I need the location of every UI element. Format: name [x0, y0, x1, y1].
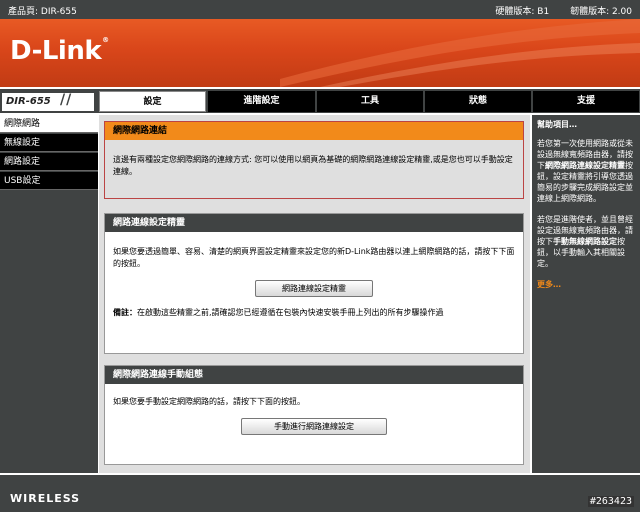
- manual-setup-button[interactable]: 手動進行網路連線設定: [241, 418, 387, 435]
- manual-config-section: 網際網路連線手動組態 如果您要手動設定網際網路的話，請按下下面的按鈕。 手動進行…: [104, 365, 524, 465]
- footer: WIRELESS #263423: [0, 475, 640, 512]
- connection-wizard-button[interactable]: 網路連線設定精靈: [255, 280, 373, 297]
- sidebar-item-network[interactable]: 網路設定: [0, 153, 98, 171]
- main-tabs: 設定 進階設定 工具 狀態 支援: [99, 91, 640, 112]
- help-panel: 幫助項目… 若您第一次使用網路或從未設過無線寬頻路由器，請按下網際網路連線設定精…: [532, 115, 640, 473]
- help-more-link[interactable]: 更多…: [537, 280, 561, 289]
- section-title: 網際網路連線手動組態: [105, 366, 523, 384]
- help-title: 幫助項目…: [537, 120, 577, 129]
- dlink-logo: D-Link®: [10, 36, 109, 66]
- version-info: 硬體版本: B1 韌體版本: 2.00: [477, 4, 632, 17]
- model-slashes: //: [60, 92, 73, 108]
- model-label: DIR-655: [2, 93, 94, 111]
- product-page-label: 產品頁: DIR-655: [8, 7, 77, 17]
- firmware-version: 韌體版本: 2.00: [570, 7, 632, 17]
- sidebar: 網際網路 無線設定 網路設定 USB設定: [0, 115, 98, 473]
- tab-advanced[interactable]: 進階設定: [208, 91, 315, 112]
- internet-connection-section: 網際網路連結 這邊有兩種設定您網際網路的連線方式: 您可以使用以網頁為基礎的網際…: [104, 121, 524, 199]
- section-title: 網路連線設定精靈: [105, 214, 523, 232]
- navigation-row: DIR-655 // 設定 進階設定 工具 狀態 支援: [0, 89, 640, 113]
- connection-wizard-section: 網路連線設定精靈 如果您要透過簡單、容易、清楚的網頁界面設定精靈來設定您的新D-…: [104, 213, 524, 354]
- tab-tools[interactable]: 工具: [317, 91, 423, 112]
- section-title: 網際網路連結: [105, 122, 523, 140]
- section-description: 這邊有兩種設定您網際網路的連線方式: 您可以使用以網頁為基礎的網際網路連線設定精…: [113, 155, 513, 176]
- top-info-bar: 產品頁: DIR-655 硬體版本: B1 韌體版本: 2.00: [0, 0, 640, 19]
- sidebar-item-internet[interactable]: 網際網路: [0, 115, 98, 133]
- hardware-version: 硬體版本: B1: [495, 7, 550, 17]
- note-label: 備註：: [113, 308, 137, 317]
- help-paragraph-wizard: 若您第一次使用網路或從未設過無線寬頻路由器，請按下網際網路連線設定精靈按鈕，設定…: [537, 139, 633, 203]
- wireless-logo: WIRELESS: [10, 492, 81, 505]
- brand-banner: D-Link®: [0, 19, 640, 87]
- sidebar-item-usb[interactable]: USB設定: [0, 172, 98, 190]
- tab-status[interactable]: 狀態: [425, 91, 531, 112]
- wizard-description: 如果您要透過簡單、容易、清楚的網頁界面設定精靈來設定您的新D-Link路由器以連…: [113, 247, 515, 268]
- banner-swoosh-decoration: [280, 19, 640, 87]
- note-text: 在啟動這些精靈之前,請確認您已經遵循在包裝內快速安裝手冊上列出的所有步驟操作過: [137, 308, 444, 317]
- sidebar-item-wireless[interactable]: 無線設定: [0, 134, 98, 152]
- manual-description: 如果您要手動設定網際網路的話，請按下下面的按鈕。: [113, 397, 305, 406]
- wizard-note: 備註：在啟動這些精靈之前,請確認您已經遵循在包裝內快速安裝手冊上列出的所有步驟操…: [105, 297, 523, 325]
- help-paragraph-manual: 若您是進階使者，並且曾經設定過無線寬頻路由器，請按下手動無線網路設定按鈕，以手動…: [537, 215, 633, 268]
- image-id-label: #263423: [587, 496, 634, 507]
- main-content: 網際網路連結 這邊有兩種設定您網際網路的連線方式: 您可以使用以網頁為基礎的網際…: [99, 115, 530, 473]
- tab-support[interactable]: 支援: [533, 91, 639, 112]
- tab-setup[interactable]: 設定: [99, 91, 206, 112]
